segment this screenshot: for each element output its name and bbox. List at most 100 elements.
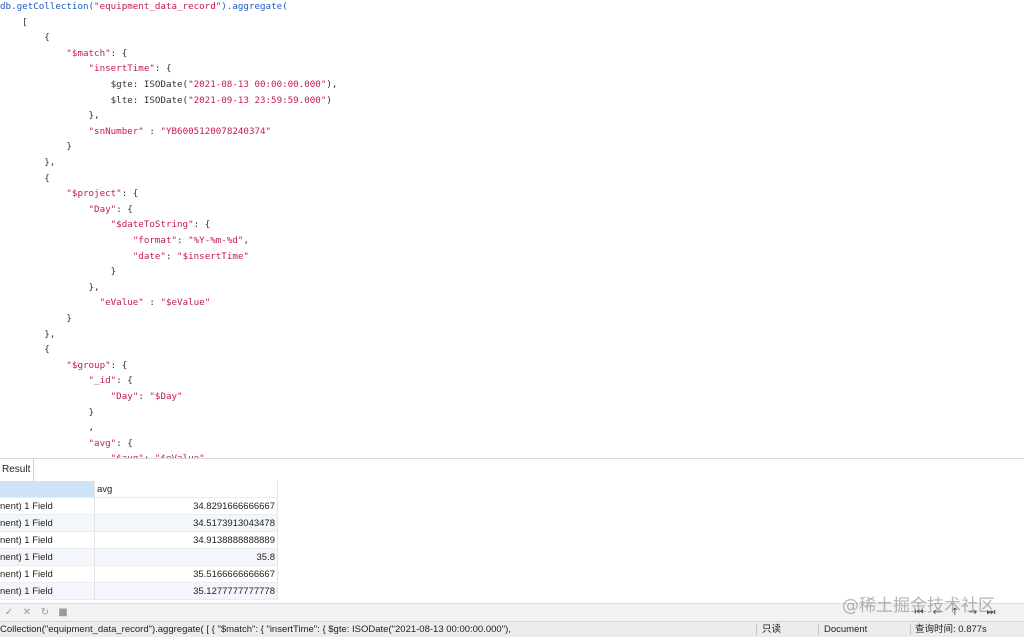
- code-token: $lte: ISODate(: [0, 94, 189, 106]
- code-line: $lte: ISODate("2021-09-13 23:59:59.000"): [0, 93, 332, 109]
- watermark: @稀土掘金技术社区: [842, 596, 995, 616]
- code-token: : {: [110, 47, 128, 59]
- code-line: {: [0, 342, 50, 358]
- status-query-time: 查询时间: 0.877s: [915, 624, 987, 635]
- code-line: "$match": {: [0, 46, 127, 62]
- code-token: ),: [326, 79, 338, 90]
- code-token: ,: [0, 422, 95, 434]
- tab-result[interactable]: Result: [0, 459, 34, 481]
- code-line: "$avg": "$eValue": [0, 451, 205, 458]
- code-line: ,: [0, 420, 95, 436]
- code-token: db.getCollection(: [0, 1, 95, 12]
- table-row-document-cell[interactable]: nent) 1 Field: [0, 498, 95, 515]
- code-line: {: [0, 30, 50, 46]
- stop-icon[interactable]: ■: [56, 605, 70, 621]
- code-line: }: [0, 405, 95, 421]
- code-token: : {: [110, 359, 128, 371]
- code-token: },: [0, 328, 56, 340]
- code-line: "$dateToString": {: [0, 217, 211, 233]
- status-separator: [818, 624, 819, 635]
- code-token: : {: [116, 203, 133, 215]
- table-row-document-cell[interactable]: nent) 1 Field: [0, 515, 95, 532]
- table-row-document-cell[interactable]: nent) 1 Field: [0, 583, 95, 600]
- status-separator: [910, 624, 911, 635]
- cancel-icon[interactable]: ✕: [20, 605, 34, 621]
- code-token: "2021-09-13 23:59:59.000": [188, 94, 327, 106]
- code-token: "$insertTime": [177, 250, 249, 262]
- table-row-avg-cell[interactable]: 34.8291666666667: [95, 498, 278, 515]
- code-line: "insertTime": {: [0, 61, 172, 77]
- code-token: {: [0, 172, 50, 184]
- table-row-document-cell[interactable]: nent) 1 Field: [0, 549, 95, 566]
- table-row-document-cell[interactable]: nent) 1 Field: [0, 532, 95, 549]
- table-row-avg-cell[interactable]: 35.5166666666667: [95, 566, 278, 583]
- code-token: },: [0, 110, 100, 122]
- code-token: "$eValue": [160, 297, 211, 309]
- check-icon[interactable]: ✓: [2, 605, 16, 621]
- table-row-avg-cell[interactable]: 34.9138888888889: [95, 532, 278, 549]
- code-token: "avg": [88, 437, 117, 449]
- code-line: "$project": {: [0, 186, 138, 202]
- code-token: "insertTime": [88, 63, 155, 75]
- code-token: :: [138, 391, 150, 402]
- code-line: "eValue" : "$eValue": [0, 295, 211, 311]
- code-line: "avg": {: [0, 436, 133, 452]
- code-line: "Day": {: [0, 202, 133, 218]
- table-row-document-cell[interactable]: nent) 1 Field: [0, 566, 95, 583]
- code-token: }: [0, 313, 72, 324]
- column-header-avg[interactable]: avg: [95, 481, 278, 498]
- code-token: "_id": [88, 375, 117, 387]
- code-token: "eValue": [99, 297, 144, 309]
- table-row-avg-cell[interactable]: 35.1277777777778: [95, 583, 278, 600]
- code-token: : {: [121, 188, 139, 200]
- code-line: db.getCollection("equipment_data_record"…: [0, 0, 288, 15]
- code-token: "snNumber": [88, 125, 144, 137]
- code-line: "$group": {: [0, 358, 127, 374]
- table-row-avg-cell[interactable]: 34.5173913043478: [95, 515, 278, 532]
- column-header-document[interactable]: [0, 481, 95, 498]
- code-line: "date": "$insertTime": [0, 249, 249, 265]
- code-token: "$Day": [149, 391, 183, 402]
- code-line: },: [0, 327, 55, 343]
- status-mode: 只读: [762, 624, 782, 635]
- status-doc-type: Document: [824, 624, 868, 635]
- code-token: "YB6005120078240374": [160, 125, 272, 137]
- code-token: }: [0, 406, 95, 418]
- code-token: ).aggregate(: [221, 1, 288, 12]
- code-token: },: [0, 281, 100, 293]
- code-token: "Day": [88, 203, 117, 215]
- code-line: },: [0, 108, 100, 124]
- code-token: {: [0, 32, 50, 44]
- code-token: "$project": [66, 188, 122, 200]
- code-token: "date": [132, 250, 166, 262]
- result-tab-bar: Result: [0, 458, 1024, 482]
- code-token: "$match": [66, 47, 111, 59]
- code-token: }: [0, 266, 117, 278]
- result-grid: avg nent) 1 Field 34.8291666666667 nent) 1…: [0, 481, 1024, 603]
- code-line: "snNumber" : "YB6005120078240374": [0, 124, 272, 140]
- code-line: "Day": "$Day": [0, 389, 183, 405]
- code-token: "Day": [110, 391, 139, 402]
- code-token: :: [165, 250, 178, 262]
- table-row-avg-cell[interactable]: 35.8: [95, 549, 278, 566]
- code-token: {: [0, 344, 50, 356]
- code-token: },: [0, 157, 56, 168]
- refresh-icon[interactable]: ↻: [38, 605, 52, 621]
- query-editor[interactable]: db.getCollection("equipment_data_record"…: [0, 0, 1024, 458]
- code-line: [: [0, 15, 28, 31]
- status-query-text: Collection("equipment_data_record").aggr…: [0, 624, 511, 635]
- code-token: "format": [132, 235, 178, 246]
- code-token: : {: [116, 375, 133, 387]
- code-line: },: [0, 155, 55, 171]
- code-token: "$group": [66, 359, 111, 371]
